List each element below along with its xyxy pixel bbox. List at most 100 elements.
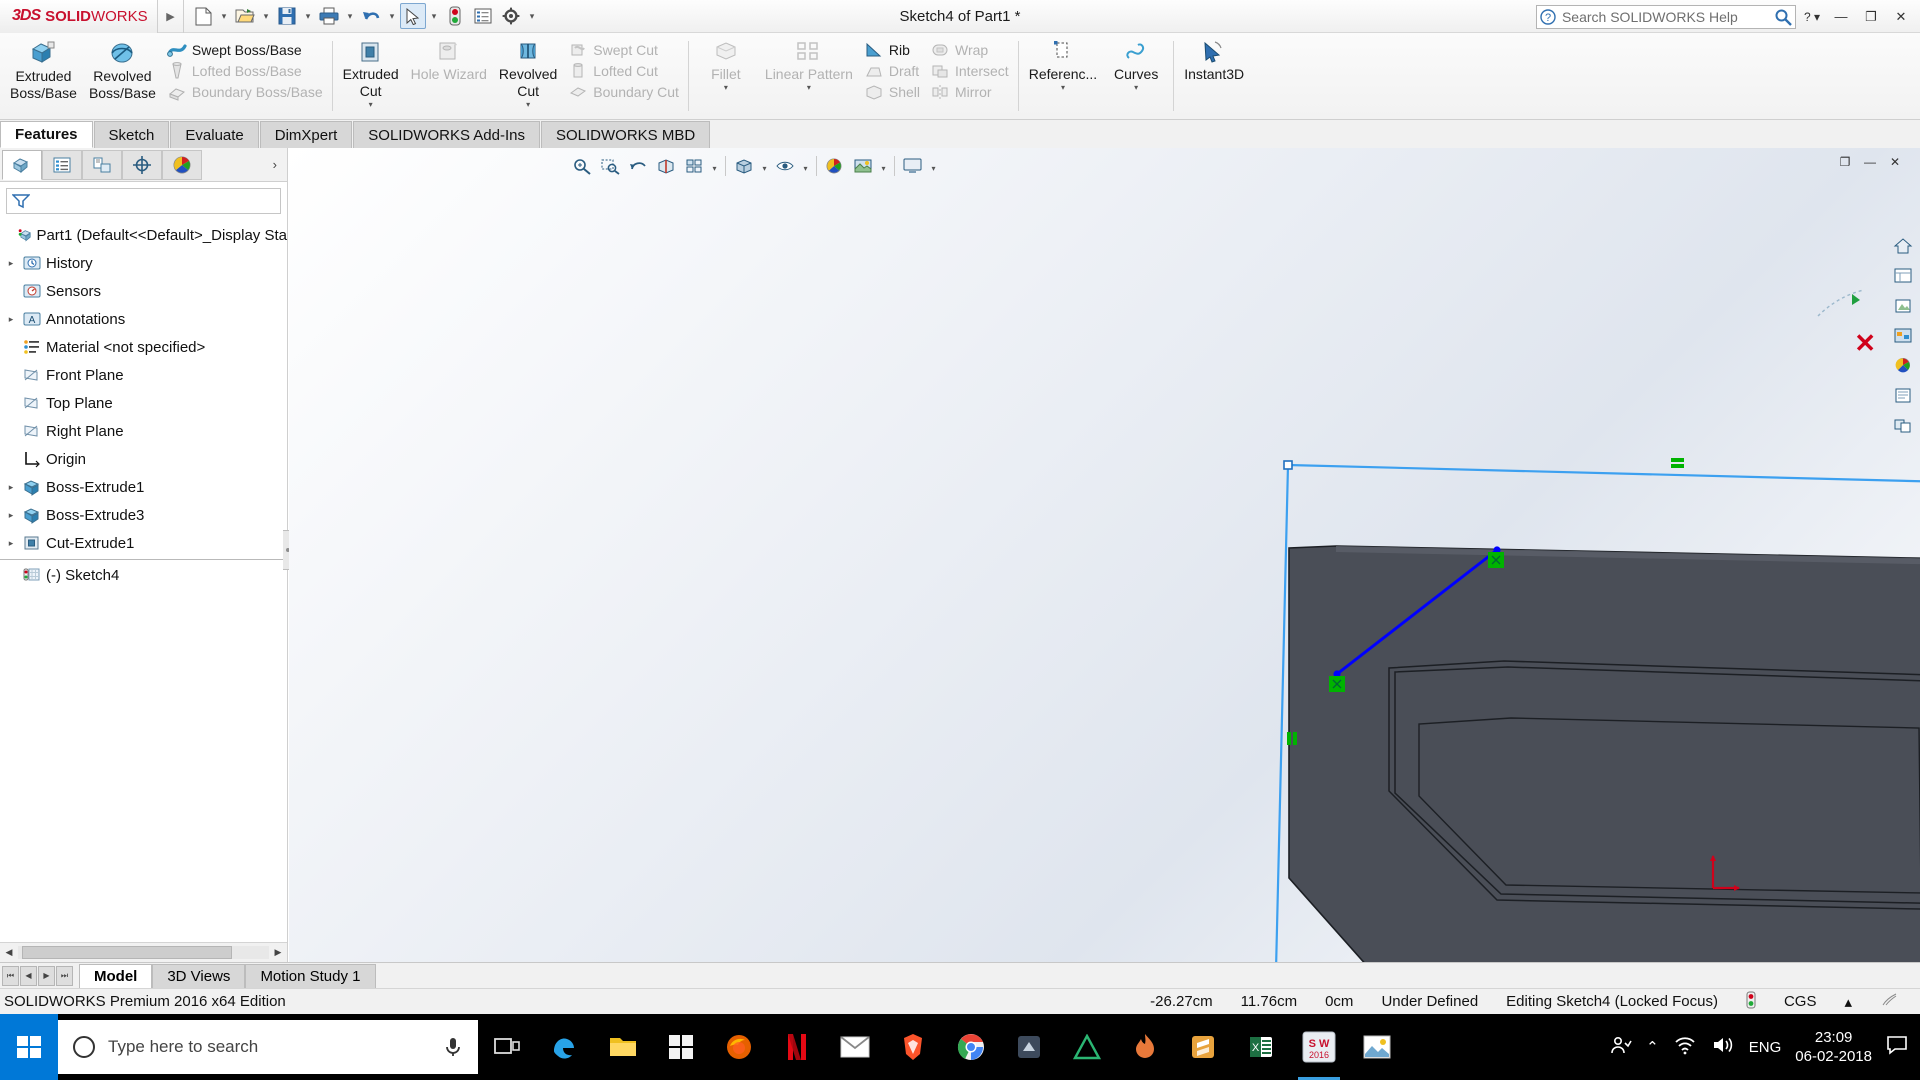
taskbar-search-box[interactable]: Type here to search [58, 1020, 478, 1074]
action-center-icon[interactable] [1886, 1035, 1908, 1059]
lofted-cut-button[interactable]: Lofted Cut [563, 61, 684, 81]
undo-caret[interactable]: ▾ [386, 3, 398, 29]
revolved-cut-button[interactable]: Revolved Cut ▾ [493, 37, 563, 111]
custom-properties-icon[interactable] [1890, 383, 1916, 409]
extruded-boss-base-button[interactable]: Extruded Boss/Base [4, 37, 83, 103]
help-search-box[interactable]: ? Search SOLIDWORKS Help [1535, 4, 1796, 29]
people-icon[interactable] [1610, 1034, 1632, 1060]
save-document-caret[interactable]: ▾ [302, 3, 314, 29]
extruded-cut-button[interactable]: Extruded Cut ▾ [337, 37, 405, 111]
view-settings-caret[interactable]: ▾ [928, 153, 939, 179]
revolved-boss-base-button[interactable]: Revolved Boss/Base [83, 37, 162, 103]
open-document-caret[interactable]: ▾ [260, 3, 272, 29]
maximize-button[interactable]: ❐ [1858, 5, 1884, 29]
tree-item-top-plane[interactable]: Top Plane [0, 389, 287, 417]
feature-filter-bar[interactable] [6, 188, 281, 214]
property-manager-tab[interactable] [42, 149, 82, 180]
tab-evaluate[interactable]: Evaluate [170, 121, 259, 148]
view-settings-icon[interactable] [900, 153, 926, 179]
view-palette-icon[interactable] [1890, 263, 1916, 289]
app-icon[interactable] [1000, 1014, 1058, 1080]
study-tab-model[interactable]: Model [79, 963, 153, 988]
taskview-icon[interactable] [478, 1014, 536, 1080]
decals-icon[interactable] [1890, 353, 1916, 379]
photos-icon[interactable] [1348, 1014, 1406, 1080]
display-style-icon[interactable] [731, 153, 757, 179]
wrap-button[interactable]: Wrap [925, 40, 1014, 60]
tree-item-boss-extrude1[interactable]: ▸ Boss-Extrude1 [0, 473, 287, 501]
tray-chevron-icon[interactable]: ⌃ [1646, 1038, 1659, 1056]
boundary-cut-button[interactable]: Boundary Cut [563, 82, 684, 102]
study-tab-3d-views[interactable]: 3D Views [152, 963, 246, 988]
extruded-cut-caret[interactable]: ▾ [369, 100, 373, 109]
start-button[interactable] [0, 1014, 58, 1080]
revolved-cut-caret[interactable]: ▾ [526, 100, 530, 109]
scroll-left-arrow[interactable]: ◀ [0, 947, 18, 958]
display-manager-tab[interactable] [162, 149, 202, 180]
tab-features[interactable]: Features [0, 121, 93, 148]
fillet-caret[interactable]: ▾ [724, 83, 728, 92]
excel-icon[interactable]: X [1232, 1014, 1290, 1080]
new-document-caret[interactable]: ▾ [218, 3, 230, 29]
language-indicator[interactable]: ENG [1749, 1039, 1782, 1056]
rib-button[interactable]: Rib [859, 40, 925, 60]
options-gear-button[interactable] [498, 3, 524, 29]
options-list-button[interactable] [470, 3, 496, 29]
wifi-icon[interactable] [1673, 1035, 1697, 1059]
tree-item-sensors[interactable]: Sensors [0, 277, 287, 305]
cut-extrude1-twisty[interactable]: ▸ [4, 538, 18, 549]
curves-button[interactable]: Curves ▾ [1103, 37, 1169, 94]
tab-solidworks-addins[interactable]: SOLIDWORKS Add-Ins [353, 121, 540, 148]
tree-item-boss-extrude3[interactable]: ▸ Boss-Extrude3 [0, 501, 287, 529]
annotations-twisty[interactable]: ▸ [4, 314, 18, 325]
reference-geometry-caret[interactable]: ▾ [1061, 83, 1065, 92]
file-explorer-icon[interactable] [594, 1014, 652, 1080]
view-orientation-caret[interactable]: ▾ [709, 153, 720, 179]
zoom-to-area-icon[interactable] [597, 153, 623, 179]
tree-item-front-plane[interactable]: Front Plane [0, 361, 287, 389]
home-view-icon[interactable] [1890, 233, 1916, 259]
nav-last-button[interactable]: ⏭ [56, 965, 73, 986]
linear-pattern-button[interactable]: Linear Pattern ▾ [759, 37, 859, 94]
tree-item-annotations[interactable]: ▸ A Annotations [0, 305, 287, 333]
tree-item-material[interactable]: Material <not specified> [0, 333, 287, 361]
chrome-icon[interactable] [942, 1014, 1000, 1080]
print-document-button[interactable] [316, 3, 342, 29]
tab-sketch[interactable]: Sketch [93, 121, 170, 148]
volume-icon[interactable] [1711, 1035, 1735, 1059]
boundary-boss-base-button[interactable]: Boundary Boss/Base [162, 82, 328, 102]
hide-show-icon[interactable] [772, 153, 798, 179]
tab-solidworks-mbd[interactable]: SOLIDWORKS MBD [541, 121, 711, 148]
scenes-icon[interactable] [1890, 323, 1916, 349]
scroll-right-arrow[interactable]: ▶ [269, 947, 287, 958]
rollback-bar[interactable] [0, 559, 287, 560]
apply-scene-caret[interactable]: ▾ [878, 153, 889, 179]
fillet-button[interactable]: Fillet ▾ [693, 37, 759, 94]
flame-app-icon[interactable] [1116, 1014, 1174, 1080]
boss-extrude3-twisty[interactable]: ▸ [4, 510, 18, 521]
swept-boss-base-button[interactable]: Swept Boss/Base [162, 40, 328, 60]
display-style-caret[interactable]: ▾ [759, 153, 770, 179]
edge-icon[interactable] [536, 1014, 594, 1080]
document-close-button[interactable]: ✕ [1884, 152, 1906, 172]
document-minimize-button[interactable]: — [1859, 152, 1881, 172]
linear-pattern-caret[interactable]: ▾ [807, 83, 811, 92]
tree-item-cut-extrude1[interactable]: ▸ Cut-Extrude1 [0, 529, 287, 557]
tree-item-origin[interactable]: Origin [0, 445, 287, 473]
status-units-caret[interactable]: ▴ [1830, 993, 1866, 1011]
rebuild-button[interactable] [442, 3, 468, 29]
autodesk-icon[interactable] [1058, 1014, 1116, 1080]
feature-manager-expand-icon[interactable]: › [273, 157, 287, 172]
mail-icon[interactable] [826, 1014, 884, 1080]
hide-show-caret[interactable]: ▾ [800, 153, 811, 179]
solidworks-icon[interactable]: S W 2016 [1290, 1014, 1348, 1080]
netflix-icon[interactable] [768, 1014, 826, 1080]
display-states-icon[interactable] [1890, 413, 1916, 439]
boss-extrude1-twisty[interactable]: ▸ [4, 482, 18, 493]
dimxpert-manager-tab[interactable] [122, 149, 162, 180]
microsoft-store-icon[interactable] [652, 1014, 710, 1080]
undo-button[interactable] [358, 3, 384, 29]
shell-button[interactable]: Shell [859, 82, 925, 102]
sublime-icon[interactable] [1174, 1014, 1232, 1080]
nav-next-button[interactable]: ▶ [38, 965, 55, 986]
